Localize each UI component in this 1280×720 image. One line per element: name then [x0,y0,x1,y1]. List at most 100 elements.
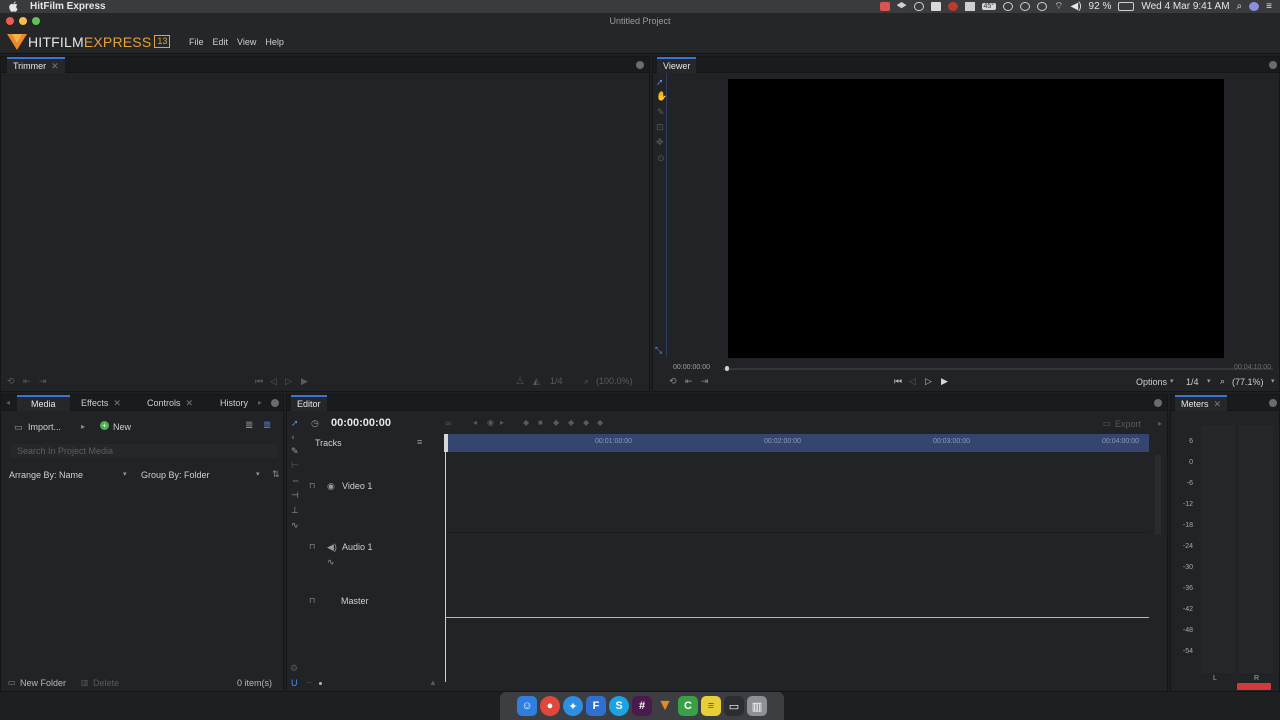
close-icon[interactable]: ✕ [186,398,194,409]
chrome-icon[interactable]: ● [540,696,560,716]
tab-controls[interactable]: Controls ✕ [141,395,199,411]
power-icon[interactable] [1020,2,1031,11]
chevron-left-icon[interactable]: ◂ [6,398,10,407]
viewer-options[interactable]: Options [1136,377,1167,387]
overlay-icon[interactable]: ⇥ [701,376,709,387]
help-icon[interactable] [1154,399,1162,407]
tab-media[interactable]: Media [17,395,70,411]
move-tool-icon[interactable]: ✥ [656,137,664,148]
help-icon[interactable] [271,399,279,407]
help-icon[interactable] [636,61,644,69]
close-icon[interactable]: ✕ [1214,399,1222,410]
transport-forward-icon[interactable]: ▸ [500,418,504,427]
lock-icon[interactable]: ⊓ [309,542,315,551]
keyframe-icon[interactable]: ◆ [568,418,574,427]
rate-stretch-icon[interactable]: ⊣ [291,490,299,501]
lock-icon[interactable]: ⊓ [309,596,315,605]
arrange-by-select[interactable]: Arrange By: Name [9,470,83,480]
track-row-video[interactable]: ⊓ ◉ Video 1 [307,475,1149,529]
battery-icon[interactable] [1118,2,1135,11]
link-icon[interactable]: ∞ [445,418,451,428]
wifi-icon[interactable]: ⌔ [1054,0,1063,13]
settings-icon[interactable]: ⚙ [290,663,298,674]
eye-icon[interactable]: ◉ [327,481,335,492]
razor-tool-icon[interactable]: ✎ [291,446,299,457]
track-row-audio[interactable]: ⊓ ◀) Audio 1 ∿ [307,537,1149,591]
sort-icon[interactable]: ⇅ [272,469,280,480]
clock[interactable]: Wed 4 Mar 9:41 AM [1141,1,1229,12]
media-list[interactable] [5,485,281,673]
trash-icon[interactable]: ▥ [747,696,767,716]
temperature-readout[interactable]: 45° [981,3,997,10]
marker-icon[interactable]: ◆ [583,418,589,427]
insert-icon[interactable]: ⇤ [685,376,693,387]
mic-tool-icon[interactable]: ⊙ [657,153,665,164]
finder-icon[interactable]: ☺ [517,696,537,716]
ripple-tool-icon[interactable]: ⇔ [291,475,300,485]
overwrite-edit-icon[interactable]: ■ [538,418,543,427]
quality-icon[interactable]: ◭ [533,376,540,387]
user-icon[interactable] [1249,2,1260,11]
viewer-zoom[interactable]: 1/4 [1186,377,1199,387]
help-icon[interactable] [1269,61,1277,69]
cherry-icon[interactable] [947,2,958,11]
help-icon[interactable] [1269,399,1277,407]
snap-tool-icon[interactable]: ⊥ [291,505,299,516]
pen-tool-icon[interactable]: ✎ [657,107,665,118]
close-icon[interactable]: ✕ [113,398,121,409]
play-icon[interactable]: ▶ [301,376,308,387]
control-center-icon[interactable]: ≡ [1266,1,1272,12]
speaker-icon[interactable]: ◀) [327,542,337,553]
monitor-icon[interactable]: ▭ [724,696,744,716]
delete-button[interactable]: Delete [93,678,119,688]
time-machine-icon[interactable] [1037,2,1048,11]
zoom-out-icon[interactable]: – [307,678,311,687]
split-edit-icon[interactable]: ◆ [553,418,559,427]
media-search-field[interactable]: Search In Project Media [11,444,277,458]
viewer-canvas[interactable] [728,79,1224,358]
camtasia-icon[interactable]: C [678,696,698,716]
scrubber-knob[interactable] [725,366,729,371]
select-tool-icon[interactable]: ➚ [656,77,664,88]
viewer-zoom-pct[interactable]: (77.1%) [1232,377,1264,387]
insert-edit-icon[interactable]: ◆ [523,418,529,427]
transport-mark-icon[interactable]: ◉ [487,418,494,427]
zoom-in-icon[interactable]: ▲ [429,678,437,687]
track-row-master[interactable]: ⊓ Master [307,593,1149,633]
notification-icon[interactable] [930,2,941,11]
master-volume-line[interactable] [445,617,1149,618]
step-forward-icon[interactable]: ▷ [925,376,932,387]
waveform-icon[interactable]: ∿ [327,557,335,568]
tab-history[interactable]: History [214,395,254,411]
import-button[interactable]: Import... [28,422,61,432]
playhead-handle[interactable] [444,434,448,452]
chevron-down-icon[interactable]: ▾ [1170,377,1174,385]
spotlight-icon[interactable]: ⌕ [1237,1,1243,12]
chevron-down-icon[interactable]: ▾ [1207,377,1211,385]
chevron-right-icon[interactable]: ▸ [1158,419,1162,428]
ripple-delete-icon[interactable]: ◆ [597,418,603,427]
timeline-vscrollbar[interactable] [1155,455,1161,535]
skip-start-icon[interactable]: ⏮ [255,376,263,387]
slip-tool-icon[interactable]: ◐ [291,432,296,442]
chevron-down-icon[interactable]: ▾ [256,470,260,478]
overlay-icon[interactable]: ⇥ [39,376,47,387]
active-app-name[interactable]: HitFilm Express [30,1,106,12]
tab-editor[interactable]: Editor [291,395,327,411]
close-icon[interactable]: ✕ [51,61,59,72]
step-back-icon[interactable]: ◁ [270,376,277,387]
play-icon[interactable]: ▶ [941,376,948,387]
grid-icon[interactable]: ⧊ [516,376,524,387]
list-view-icon[interactable]: ≣ [245,420,253,431]
loop-icon[interactable]: ⟲ [7,376,15,387]
zoom-slider-knob[interactable] [319,682,322,685]
cloud-icon[interactable] [913,2,924,11]
search-icon[interactable]: ⌕ [584,376,589,387]
search-icon[interactable]: ⌕ [1220,376,1225,387]
tab-effects[interactable]: Effects ✕ [75,395,127,411]
detail-view-icon[interactable]: ≣ [263,420,271,431]
trimmer-zoom-pct[interactable]: (100.0%) [596,376,633,386]
trimmer-zoom[interactable]: 1/4 [550,376,563,386]
chevron-down-icon[interactable]: ▾ [1271,377,1275,385]
battery-percentage[interactable]: 92 % [1089,1,1112,12]
